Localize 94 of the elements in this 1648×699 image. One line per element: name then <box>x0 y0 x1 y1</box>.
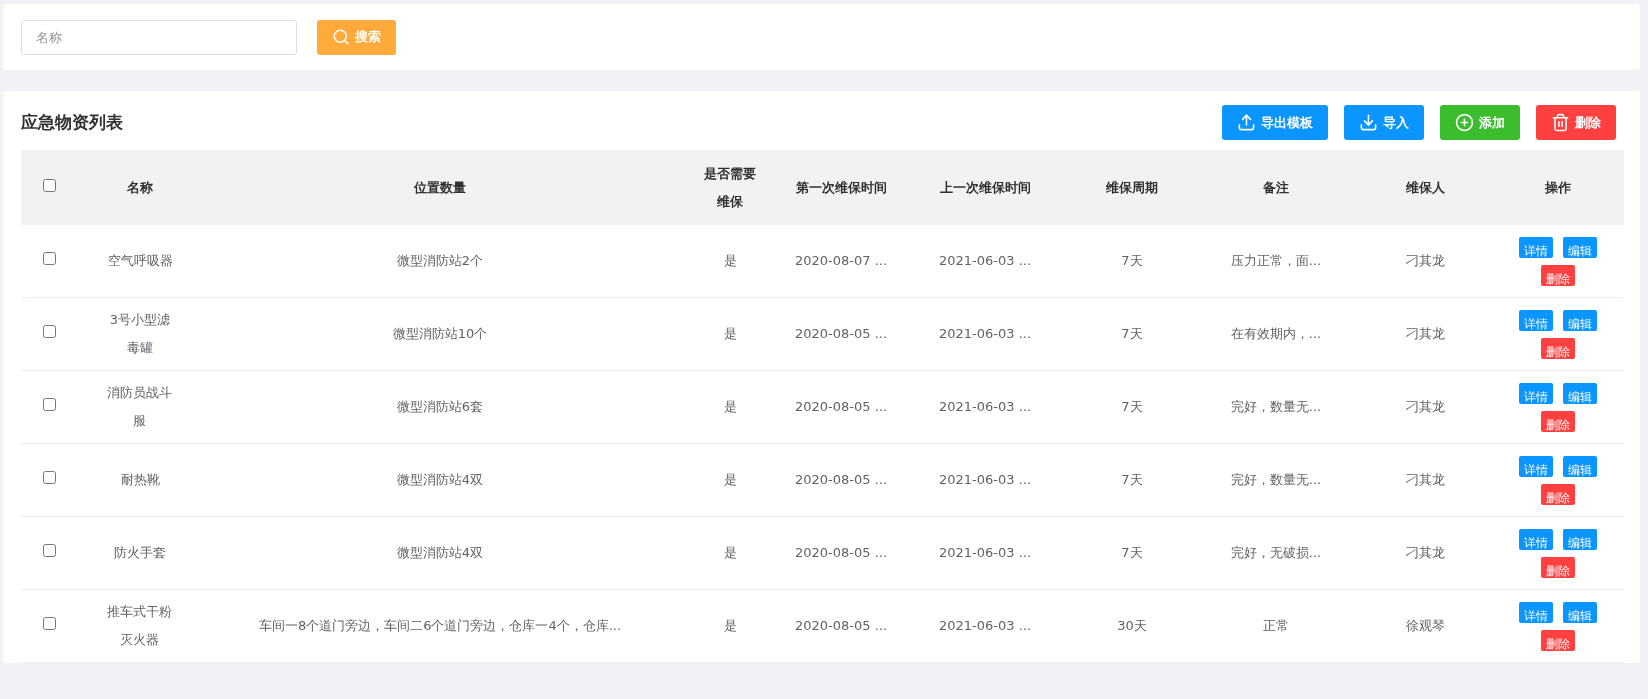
select-all-checkbox[interactable] <box>42 178 56 192</box>
table-cell-text: 消防员战斗服 <box>106 384 174 430</box>
table-cell-text: 7天 <box>1121 252 1143 270</box>
column-header: 备注 <box>1263 178 1289 197</box>
table-cell-text: 推车式干粉灭火器 <box>106 603 174 649</box>
row-delete-button[interactable]: 删除 <box>1540 410 1575 432</box>
table-cell-text: 微型消防站6套 <box>396 398 484 416</box>
table-cell-text: 压力正常，面... <box>1230 252 1322 270</box>
table-cell-text: 微型消防站4双 <box>396 471 484 489</box>
column-header: 维保人 <box>1405 178 1445 197</box>
table-cell-text: 3号小型滤毒罐 <box>108 311 172 357</box>
row-delete-button[interactable]: 删除 <box>1540 629 1575 651</box>
table-cell-text: 刁其龙 <box>1405 252 1445 270</box>
table-cell-text: 刁其龙 <box>1405 544 1445 562</box>
row-delete-button[interactable]: 删除 <box>1540 556 1575 578</box>
row-checkbox[interactable] <box>42 398 56 411</box>
row-checkbox[interactable] <box>42 252 56 265</box>
table-cell-text: 是 <box>723 325 737 343</box>
table-cell-text: 微型消防站4双 <box>396 544 484 562</box>
table-cell-text: 2020-08-05 ... <box>794 398 888 416</box>
row-action-button[interactable]: 详情 <box>1518 455 1553 477</box>
row-action-button[interactable]: 编辑 <box>1562 455 1597 477</box>
column-header: 维保周期 <box>1106 178 1158 197</box>
list-title: 应急物资列表 <box>21 111 123 134</box>
table-cell-text: 微型消防站2个 <box>396 252 484 270</box>
row-action-button[interactable]: 详情 <box>1518 528 1553 550</box>
table-cell-text: 2021-06-03 ... <box>938 471 1032 489</box>
table-cell-text: 2020-08-05 ... <box>794 617 888 635</box>
row-checkbox[interactable] <box>42 471 56 484</box>
table-cell-text: 是 <box>723 398 737 416</box>
row-delete-button[interactable]: 删除 <box>1540 337 1575 359</box>
search-button[interactable]: 搜索 <box>317 19 396 55</box>
table-cell-text: 2021-06-03 ... <box>938 252 1032 270</box>
table-cell-text: 是 <box>723 544 737 562</box>
column-header: 操作 <box>1544 178 1571 197</box>
row-action-button[interactable]: 详情 <box>1518 309 1553 331</box>
row-checkbox[interactable] <box>42 325 56 338</box>
table-cell-text: 防火手套 <box>114 544 166 562</box>
upload-icon <box>1237 113 1256 132</box>
export-button[interactable]: 导出模板 <box>1222 105 1328 140</box>
table-cell-text: 空气呼吸器 <box>107 252 173 270</box>
table-cell-text: 7天 <box>1121 398 1143 416</box>
row-action-button[interactable]: 编辑 <box>1562 601 1597 623</box>
table-cell-text: 刁其龙 <box>1405 398 1445 416</box>
name-search-field[interactable]: 名称 <box>21 19 297 55</box>
row-action-button[interactable]: 详情 <box>1518 236 1553 258</box>
plus-circle-icon <box>1455 113 1474 132</box>
table-cell-text: 7天 <box>1121 471 1143 489</box>
table-cell-text: 7天 <box>1121 325 1143 343</box>
column-header: 名称 <box>127 178 153 197</box>
table-cell-text: 2021-06-03 ... <box>938 617 1032 635</box>
table-cell-text: 2020-08-05 ... <box>794 544 888 562</box>
table-cell-text: 徐观琴 <box>1405 617 1445 635</box>
table-cell-text: 是 <box>723 252 737 270</box>
table-cell-text: 耐热靴 <box>120 471 160 489</box>
column-header: 第一次维保时间 <box>795 178 887 197</box>
table-cell-text: 完好，数量无... <box>1230 398 1322 416</box>
column-header: 是否需要维保 <box>703 164 757 211</box>
table-cell-text: 2020-08-05 ... <box>794 471 888 489</box>
table-cell-text: 是 <box>723 617 737 635</box>
table-cell-text: 2021-06-03 ... <box>938 544 1032 562</box>
row-delete-button[interactable]: 删除 <box>1540 264 1575 286</box>
row-checkbox[interactable] <box>42 544 56 557</box>
download-icon <box>1359 113 1378 132</box>
row-delete-button[interactable]: 删除 <box>1540 483 1575 505</box>
table-cell-text: 在有效期内，... <box>1230 325 1322 343</box>
row-action-button[interactable]: 详情 <box>1518 382 1553 404</box>
add-button[interactable]: 添加 <box>1440 105 1520 140</box>
delete-button[interactable]: 删除 <box>1536 105 1616 140</box>
column-header: 上一次维保时间 <box>939 178 1031 197</box>
row-checkbox[interactable] <box>42 617 56 630</box>
table-cell-text: 完好，数量无... <box>1230 471 1322 489</box>
table-cell-text: 2020-08-05 ... <box>794 325 888 343</box>
trash-icon <box>1551 113 1570 132</box>
row-action-button[interactable]: 编辑 <box>1562 236 1597 258</box>
column-header: 位置数量 <box>414 178 466 197</box>
table-cell-text: 2021-06-03 ... <box>938 398 1032 416</box>
table-cell-text: 正常 <box>1263 617 1289 635</box>
table-cell-text: 完好，无破损... <box>1230 544 1322 562</box>
table-cell-text: 7天 <box>1121 544 1143 562</box>
row-action-button[interactable]: 编辑 <box>1562 309 1597 331</box>
table-cell-text: 30天 <box>1117 617 1147 635</box>
table-cell-text: 刁其龙 <box>1405 471 1445 489</box>
table-cell-text: 车间一8个道门旁边，车间二6个道门旁边，仓库一4个，仓库... <box>258 617 622 635</box>
table-cell-text: 刁其龙 <box>1405 325 1445 343</box>
row-action-button[interactable]: 编辑 <box>1562 528 1597 550</box>
import-button[interactable]: 导入 <box>1344 105 1424 140</box>
table-cell-text: 微型消防站10个 <box>392 325 488 343</box>
table-cell-text: 2021-06-03 ... <box>938 325 1032 343</box>
search-icon <box>332 28 350 46</box>
row-action-button[interactable]: 编辑 <box>1562 382 1597 404</box>
table-cell-text: 是 <box>723 471 737 489</box>
row-action-button[interactable]: 详情 <box>1518 601 1553 623</box>
table-cell-text: 2020-08-07 ... <box>794 252 888 270</box>
